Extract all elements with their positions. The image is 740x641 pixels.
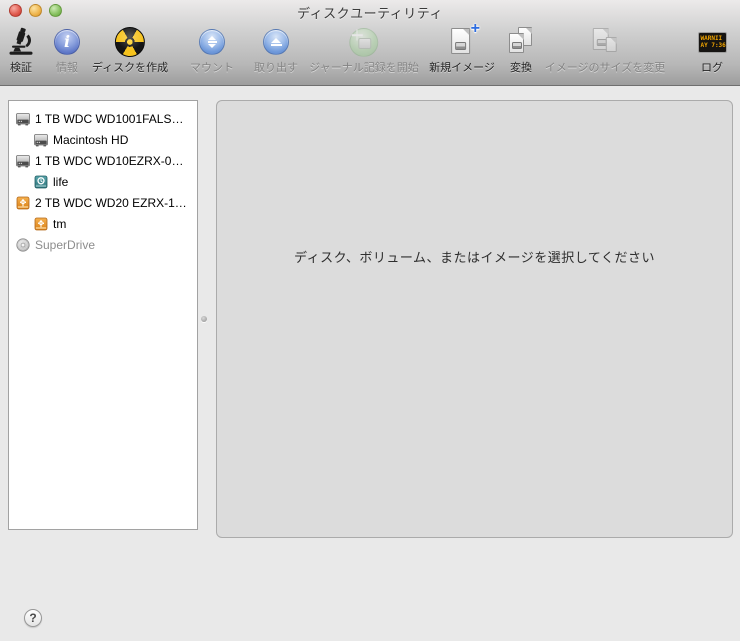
time-machine-volume-icon bbox=[33, 174, 49, 190]
device-list: 1 TB WDC WD1001FALS… Macintosh HD 1 TB W… bbox=[8, 100, 198, 530]
toolbar-button-log[interactable]: WARNII AY 7:36 ログ bbox=[692, 26, 732, 75]
resize-image-icon bbox=[585, 26, 625, 58]
device-label: 2 TB WDC WD20 EZRX-1… bbox=[35, 196, 187, 210]
help-button[interactable]: ? bbox=[24, 609, 42, 627]
device-label: SuperDrive bbox=[35, 238, 95, 252]
toolbar-label: 検証 bbox=[10, 59, 32, 75]
burn-icon bbox=[110, 26, 150, 58]
external-disk-icon bbox=[33, 216, 49, 232]
sidebar-item-wd10ezrx[interactable]: 1 TB WDC WD10EZRX-0… bbox=[9, 150, 197, 171]
window-title: ディスクユーティリティ bbox=[0, 3, 740, 22]
empty-selection-message: ディスク、ボリューム、またはイメージを選択してください bbox=[217, 247, 732, 266]
internal-disk-icon bbox=[15, 111, 31, 127]
sidebar-item-superdrive[interactable]: SuperDrive bbox=[9, 234, 197, 255]
internal-disk-icon bbox=[15, 153, 31, 169]
sidebar-item-wd20ezrx[interactable]: 2 TB WDC WD20 EZRX-1… bbox=[9, 192, 197, 213]
toolbar-label: 新規イメージ bbox=[429, 59, 495, 75]
toolbar-button-verify[interactable]: 検証 bbox=[1, 26, 41, 75]
device-label: 1 TB WDC WD10EZRX-0… bbox=[35, 154, 183, 168]
external-disk-icon bbox=[15, 195, 31, 211]
content-pane: ディスク、ボリューム、またはイメージを選択してください bbox=[216, 100, 733, 538]
toolbar-button-info: i 情報 bbox=[47, 26, 87, 75]
window-chrome: ディスクユーティリティ bbox=[0, 0, 740, 86]
disk-utility-window: { "window": { "title": "ディスクユーティリティ" }, … bbox=[0, 0, 740, 641]
volume-label: life bbox=[53, 175, 68, 189]
toolbar-label: ログ bbox=[701, 59, 723, 75]
toolbar-label: ディスクを作成 bbox=[92, 59, 168, 75]
optical-drive-icon bbox=[15, 237, 31, 253]
toolbar-label: 取り出す bbox=[254, 59, 298, 75]
toolbar-button-resize-image: イメージのサイズを変更 bbox=[545, 26, 665, 75]
microscope-icon bbox=[1, 26, 41, 58]
splitter-handle[interactable] bbox=[201, 316, 207, 322]
titlebar[interactable]: ディスクユーティリティ bbox=[0, 0, 740, 22]
log-icon-text-line2: AY 7:36 bbox=[701, 42, 726, 49]
sidebar-item-tm[interactable]: tm bbox=[9, 213, 197, 234]
toolbar-button-convert[interactable]: 変換 bbox=[501, 26, 541, 75]
toolbar-label: マウント bbox=[190, 59, 234, 75]
log-console-icon: WARNII AY 7:36 bbox=[692, 26, 732, 58]
toolbar-button-mount: マウント bbox=[190, 26, 234, 75]
toolbar: 検証 i 情報 ディスクを作成 bbox=[0, 22, 740, 85]
device-label: 1 TB WDC WD1001FALS… bbox=[35, 112, 184, 126]
info-icon: i bbox=[47, 26, 87, 58]
volume-label: tm bbox=[53, 217, 66, 231]
mount-icon bbox=[192, 26, 232, 58]
sidebar-item-macintosh-hd[interactable]: Macintosh HD bbox=[9, 129, 197, 150]
toolbar-button-enable-journaling: ジャーナル記録を開始 bbox=[309, 26, 418, 75]
toolbar-label: 変換 bbox=[510, 59, 532, 75]
sidebar-item-wd1001fals[interactable]: 1 TB WDC WD1001FALS… bbox=[9, 108, 197, 129]
sidebar-item-life[interactable]: life bbox=[9, 171, 197, 192]
toolbar-button-burn[interactable]: ディスクを作成 bbox=[92, 26, 168, 75]
log-icon-text-line1: WARNII bbox=[701, 35, 723, 42]
plus-badge-icon bbox=[471, 21, 480, 37]
internal-disk-icon bbox=[33, 132, 49, 148]
new-image-icon bbox=[442, 26, 482, 58]
eject-icon bbox=[256, 26, 296, 58]
toolbar-label: ジャーナル記録を開始 bbox=[309, 59, 418, 75]
help-label: ? bbox=[29, 611, 36, 625]
toolbar-button-eject: 取り出す bbox=[254, 26, 298, 75]
toolbar-label: 情報 bbox=[56, 59, 78, 75]
journal-icon bbox=[344, 26, 384, 58]
volume-label: Macintosh HD bbox=[53, 133, 128, 147]
convert-icon bbox=[501, 26, 541, 58]
toolbar-button-new-image[interactable]: 新規イメージ bbox=[429, 26, 495, 75]
toolbar-label: イメージのサイズを変更 bbox=[545, 59, 665, 75]
